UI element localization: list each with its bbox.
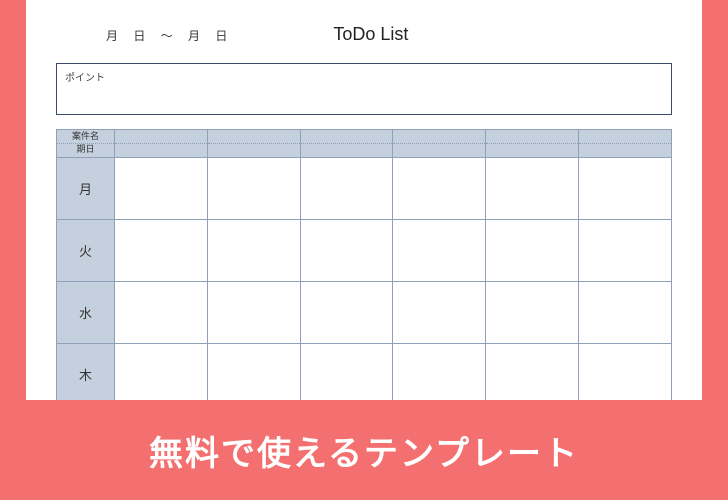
data-cell	[486, 343, 579, 400]
column-header	[486, 130, 579, 158]
column-header	[579, 130, 672, 158]
data-cell	[393, 157, 486, 219]
data-cell	[300, 343, 393, 400]
document-title: ToDo List	[333, 24, 408, 45]
data-cell	[579, 343, 672, 400]
data-cell	[393, 343, 486, 400]
data-cell	[579, 219, 672, 281]
data-cell	[115, 157, 208, 219]
column-header	[393, 130, 486, 158]
data-cell	[393, 281, 486, 343]
day-label: 木	[57, 343, 115, 400]
point-box: ポイント	[56, 63, 672, 115]
corner-line1: 案件名	[57, 132, 114, 144]
corner-header: 案件名 期日	[57, 130, 115, 158]
data-cell	[579, 281, 672, 343]
data-cell	[207, 281, 300, 343]
column-header	[115, 130, 208, 158]
column-header	[207, 130, 300, 158]
data-cell	[486, 157, 579, 219]
banner-text: 無料で使えるテンプレート	[149, 426, 579, 475]
data-cell	[486, 281, 579, 343]
data-cell	[486, 219, 579, 281]
day-label: 火	[57, 219, 115, 281]
table-row: 水	[57, 281, 672, 343]
template-document: 月 日 ～ 月 日 ToDo List ポイント 案件名 期日 月	[26, 0, 702, 400]
data-cell	[207, 343, 300, 400]
corner-line2: 期日	[76, 144, 94, 154]
schedule-table: 案件名 期日 月 火	[56, 129, 672, 400]
data-cell	[300, 281, 393, 343]
day-label: 月	[57, 157, 115, 219]
day-label: 水	[57, 281, 115, 343]
data-cell	[207, 157, 300, 219]
table-row: 月	[57, 157, 672, 219]
data-cell	[300, 157, 393, 219]
data-cell	[393, 219, 486, 281]
data-cell	[579, 157, 672, 219]
data-cell	[300, 219, 393, 281]
data-cell	[207, 219, 300, 281]
table-header-row: 案件名 期日	[57, 130, 672, 158]
promo-banner: 無料で使えるテンプレート	[0, 400, 728, 500]
data-cell	[115, 281, 208, 343]
data-cell	[115, 219, 208, 281]
column-header	[300, 130, 393, 158]
table-row: 木	[57, 343, 672, 400]
table-row: 火	[57, 219, 672, 281]
point-label: ポイント	[65, 73, 105, 84]
document-header: 月 日 ～ 月 日 ToDo List	[56, 24, 672, 45]
date-range-label: 月 日 ～ 月 日	[106, 27, 233, 44]
data-cell	[115, 343, 208, 400]
